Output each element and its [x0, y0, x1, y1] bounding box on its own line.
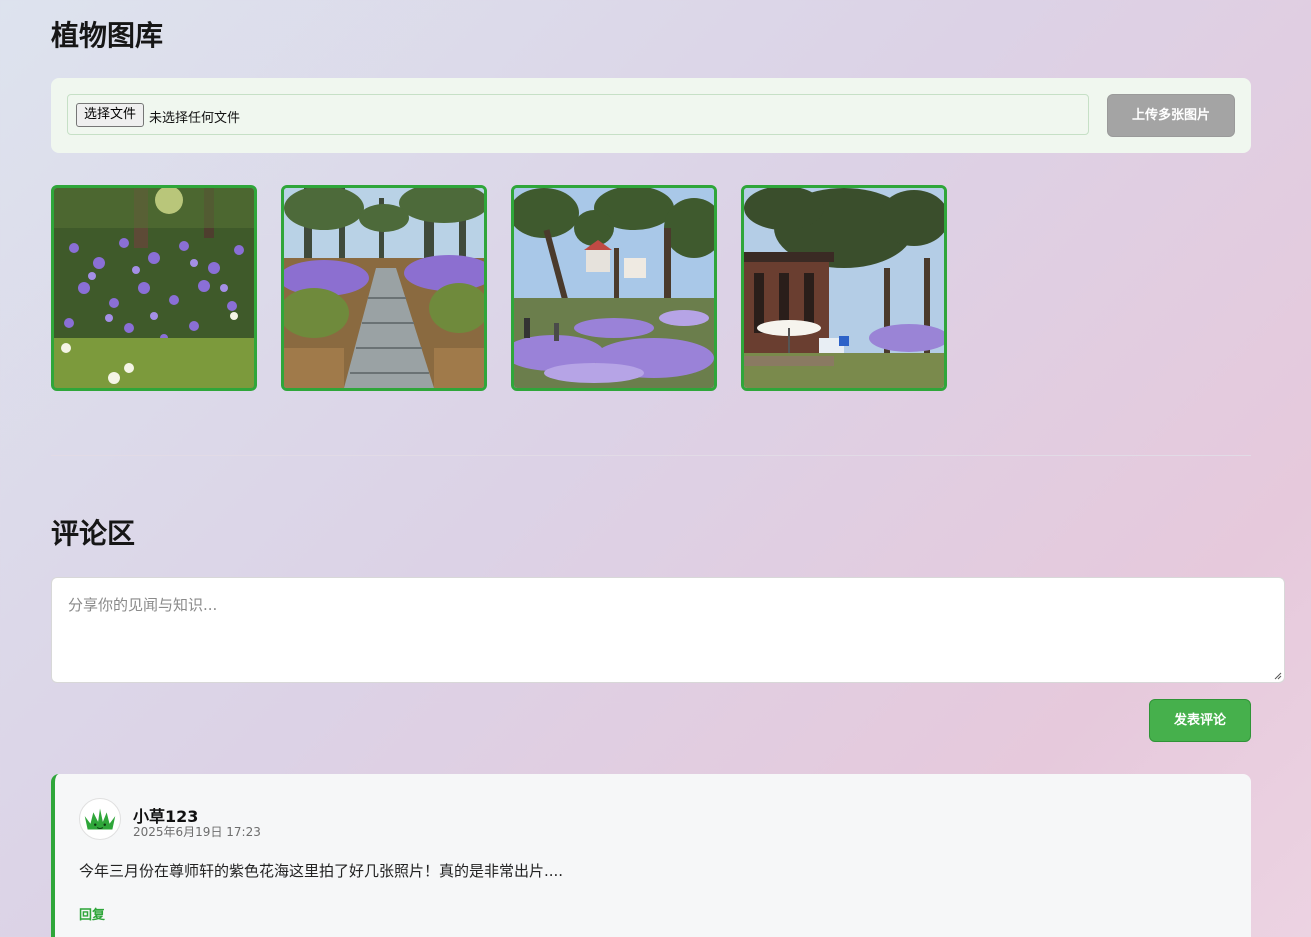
- reply-button[interactable]: 回复: [79, 904, 105, 923]
- gallery-image-1[interactable]: [51, 185, 257, 391]
- gallery-image-4[interactable]: [741, 185, 947, 391]
- flower-photo-2: [284, 188, 484, 388]
- file-status-text: 未选择任何文件: [149, 111, 241, 126]
- post-comment-button[interactable]: 发表评论: [1149, 699, 1251, 742]
- grass-avatar-icon: [79, 798, 121, 840]
- resize-handle-icon[interactable]: [1274, 672, 1282, 680]
- comment-placeholder: 分享你的见闻与知识...: [68, 596, 218, 614]
- choose-file-button[interactable]: 选择文件: [76, 103, 145, 127]
- comment-item: 小草123 2025年6月19日 17:23 今年三月份在尊师轩的紫色花海这里拍…: [51, 774, 1251, 937]
- comment-text: 今年三月份在尊师轩的紫色花海这里拍了好几张照片！真的是非常出片....: [79, 862, 564, 880]
- flower-photo-4: [744, 188, 944, 388]
- gallery-image-2[interactable]: [281, 185, 487, 391]
- gallery-title: 植物图库: [51, 19, 164, 52]
- section-divider: [51, 455, 1251, 456]
- comments-title: 评论区: [51, 517, 136, 550]
- gallery-image-3[interactable]: [511, 185, 717, 391]
- flower-photo-3: [514, 188, 714, 388]
- upload-images-button[interactable]: 上传多张图片: [1107, 94, 1235, 137]
- upload-panel: 选择文件 未选择任何文件 上传多张图片: [51, 78, 1251, 153]
- file-input[interactable]: 选择文件 未选择任何文件: [67, 94, 1089, 135]
- comment-textarea[interactable]: 分享你的见闻与知识...: [51, 577, 1285, 683]
- comment-timestamp: 2025年6月19日 17:23: [133, 825, 261, 839]
- flower-photo-1: [54, 188, 254, 388]
